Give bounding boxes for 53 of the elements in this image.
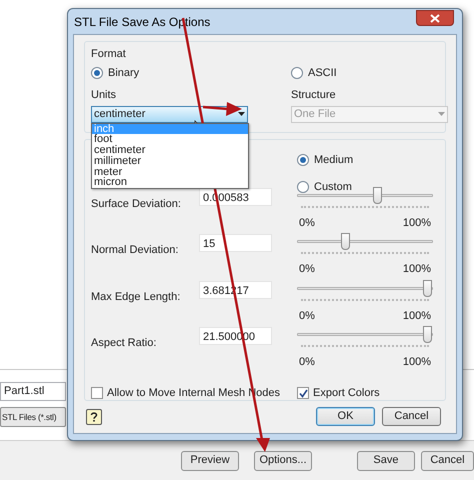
radio-label: Binary: [108, 66, 140, 80]
dialog-button[interactable]: OK: [316, 407, 375, 426]
input-field[interactable]: 15: [199, 234, 272, 252]
file-name-field[interactable]: Part1.stl: [0, 382, 66, 401]
field-label: Structure: [291, 88, 336, 103]
min-label: 0%: [299, 355, 315, 370]
list-option[interactable]: meter: [92, 166, 248, 178]
checkbox[interactable]: [297, 387, 309, 400]
max-label: 100%: [402, 309, 431, 324]
slider-thumb[interactable]: [372, 187, 382, 204]
file-type-dropdown[interactable]: STL Files (*.stl): [0, 407, 66, 427]
dialog-button[interactable]: Save: [356, 450, 415, 470]
min-label: 0%: [299, 216, 315, 231]
max-label: 100%: [402, 216, 431, 231]
field-label: Surface Deviation:: [91, 197, 182, 212]
field-label: Aspect Ratio:: [91, 336, 158, 351]
radio-label: Custom: [314, 180, 352, 194]
group-label: Format: [91, 47, 126, 62]
caret-icon: [238, 112, 245, 116]
list-option[interactable]: centimeter: [92, 145, 248, 156]
radio-button[interactable]: [291, 66, 303, 79]
field-label: Units: [91, 88, 116, 103]
units-dropdown[interactable]: centimeter: [91, 106, 248, 122]
list-option[interactable]: micron: [92, 177, 248, 188]
caret-icon: [438, 112, 445, 116]
radio-button[interactable]: [297, 180, 309, 193]
close-button[interactable]: [416, 10, 454, 26]
max-label: 100%: [402, 262, 431, 277]
checkbox[interactable]: [91, 387, 103, 400]
checkbox-label: Export Colors: [313, 386, 380, 401]
help-icon[interactable]: [86, 408, 102, 424]
slider-thumb[interactable]: [423, 326, 432, 343]
field-label: Normal Deviation:: [91, 243, 180, 258]
radio-button[interactable]: [297, 154, 309, 166]
dialog-button[interactable]: Options...: [254, 450, 312, 470]
list-option[interactable]: foot: [92, 134, 248, 146]
field-label: Max Edge Length:: [91, 290, 182, 305]
list-option[interactable]: millimeter: [92, 156, 248, 167]
slider-thumb[interactable]: [423, 280, 432, 297]
dialog-button[interactable]: Preview: [181, 450, 239, 470]
dialog-button[interactable]: Cancel: [382, 407, 441, 426]
slider[interactable]: [297, 233, 433, 250]
max-label: 100%: [402, 355, 431, 370]
min-label: 0%: [299, 309, 315, 324]
min-label: 0%: [299, 262, 315, 277]
slider-thumb[interactable]: [341, 233, 350, 250]
slider[interactable]: [297, 280, 433, 297]
close-icon: [430, 14, 440, 22]
radio-button[interactable]: [91, 66, 103, 79]
radio-label: ASCII: [308, 66, 337, 80]
dialog-button[interactable]: Cancel: [420, 450, 474, 470]
radio-label: Medium: [314, 153, 354, 168]
slider[interactable]: [297, 326, 433, 343]
